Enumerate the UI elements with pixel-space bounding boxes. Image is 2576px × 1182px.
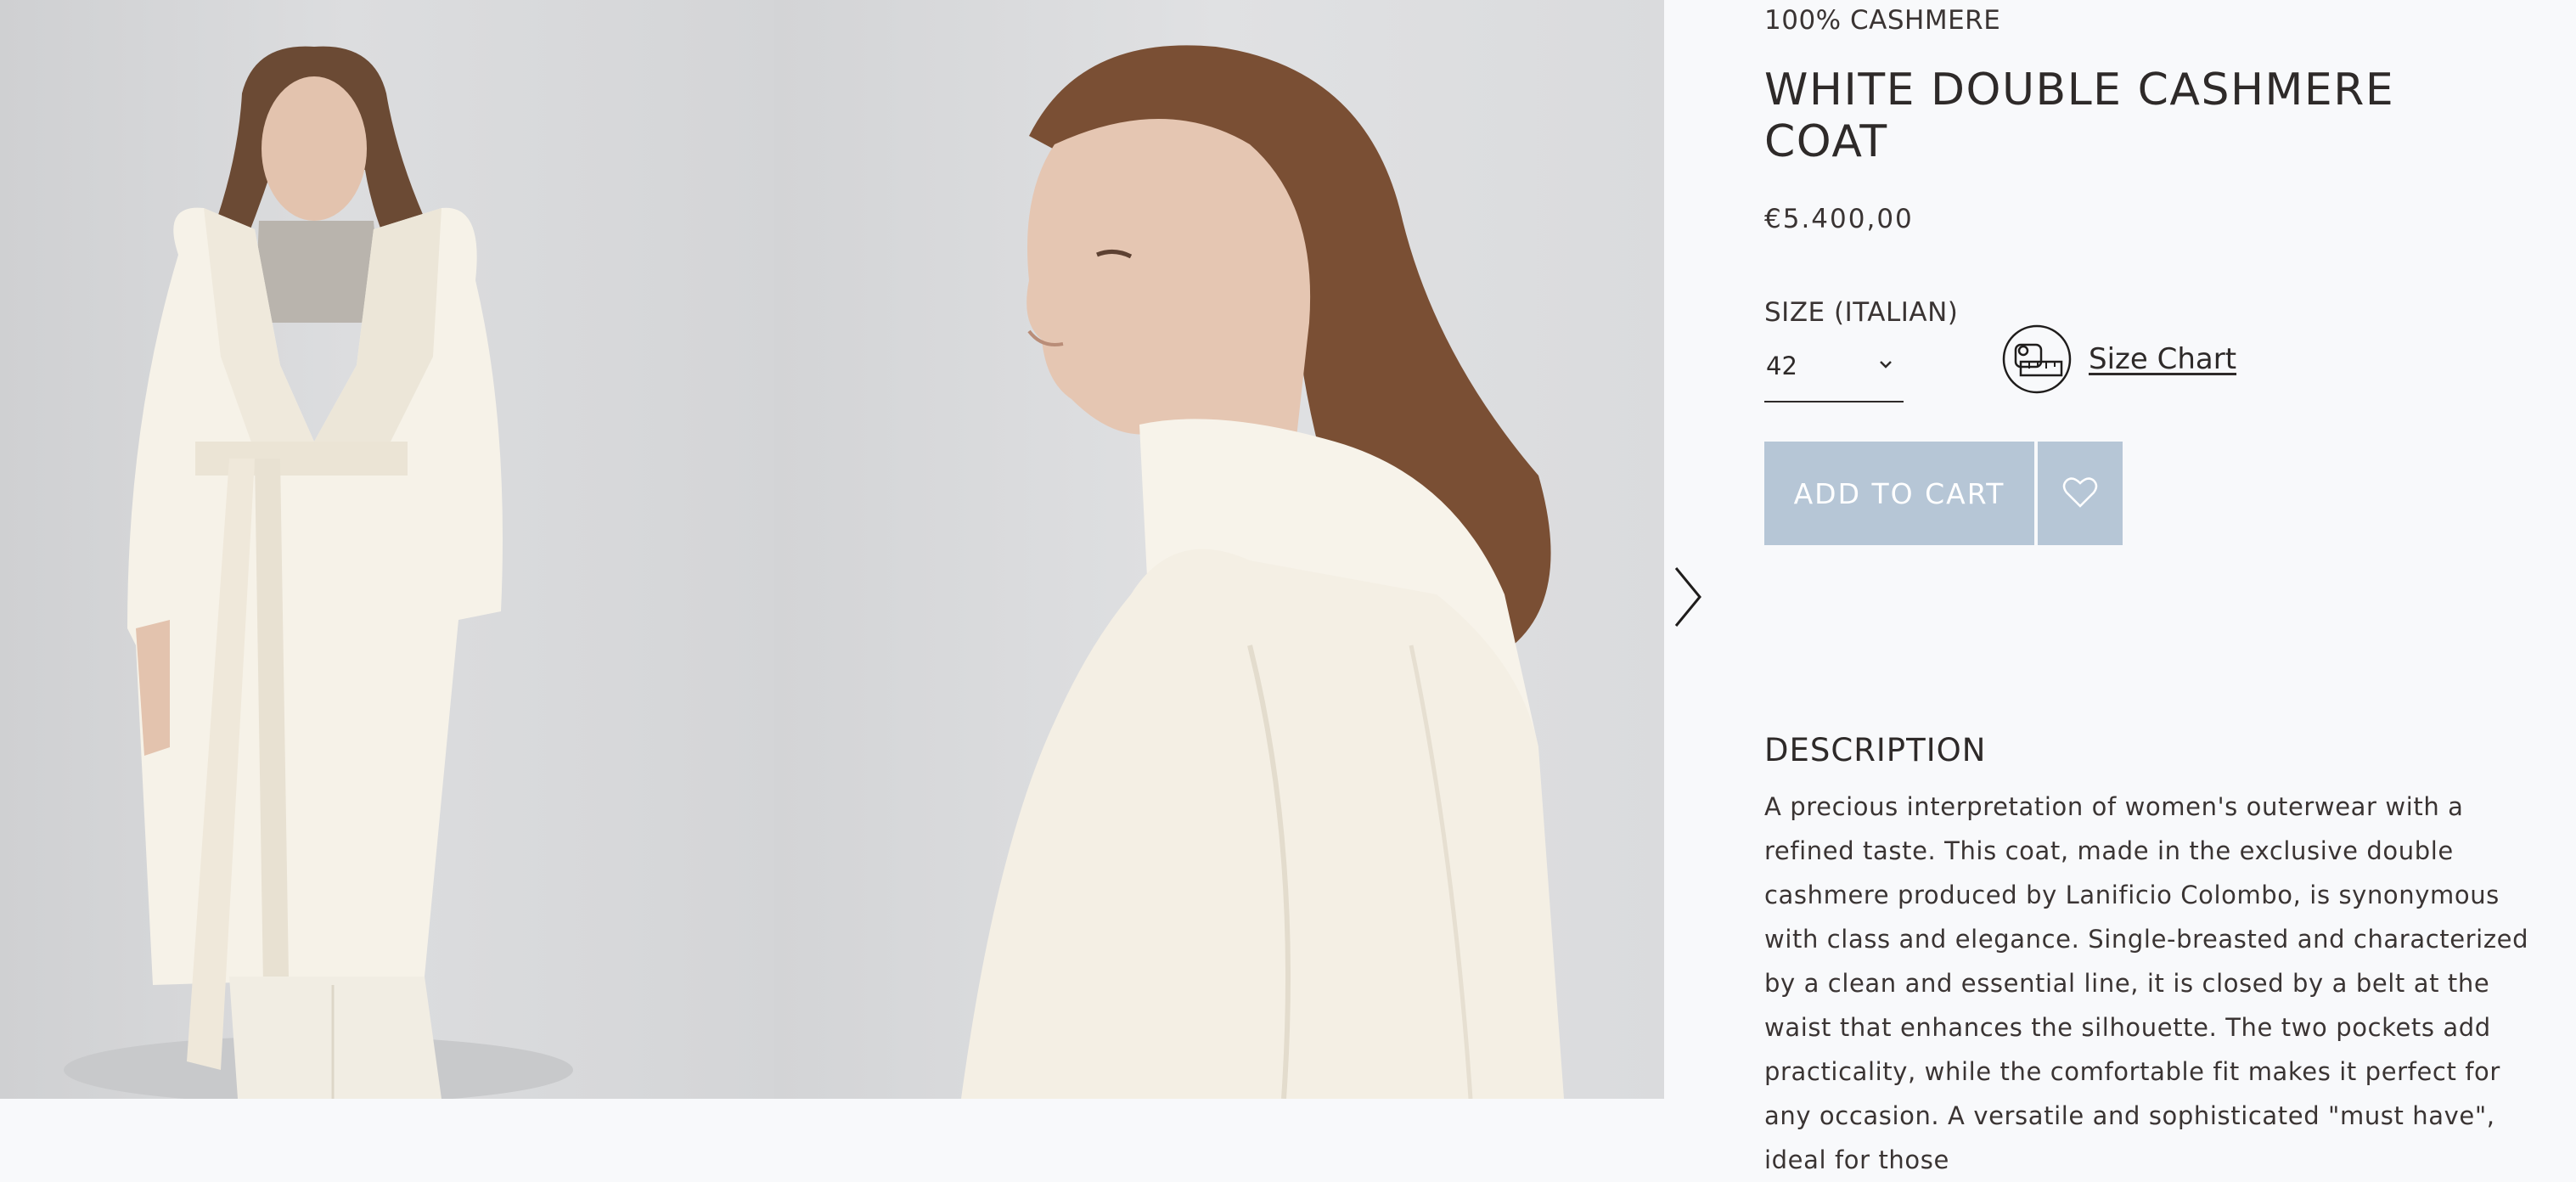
heart-icon	[2062, 476, 2098, 508]
chevron-right-icon	[1674, 567, 1701, 627]
add-to-cart-button[interactable]: ADD TO CART	[1764, 442, 2034, 545]
size-select[interactable]: 42	[1764, 346, 1904, 402]
size-select-value: 42	[1766, 352, 1797, 380]
measuring-tape-icon	[2002, 324, 2072, 394]
size-label: SIZE (ITALIAN)	[1764, 297, 1959, 328]
product-info-panel: 100% CASHMERE WHITE DOUBLE CASHMERE COAT…	[1764, 0, 2562, 1174]
product-title: WHITE DOUBLE CASHMERE COAT	[1764, 65, 2395, 167]
size-chart-label[interactable]: Size Chart	[2089, 342, 2236, 376]
gallery-next-arrow[interactable]	[1671, 565, 1705, 629]
wishlist-button[interactable]	[2038, 442, 2123, 545]
description-text: A precious interpretation of women's out…	[1764, 792, 2529, 1174]
product-image-full-length[interactable]	[0, 0, 774, 1099]
product-composition: 100% CASHMERE	[1764, 5, 2001, 36]
model-profile-illustration	[961, 45, 1564, 1099]
product-image-profile[interactable]	[774, 0, 1664, 1099]
product-gallery	[0, 0, 1664, 1099]
size-chart-link[interactable]: Size Chart	[2002, 324, 2236, 394]
model-full-length-illustration	[64, 46, 573, 1099]
description-heading: DESCRIPTION	[1764, 732, 1987, 768]
chevron-down-icon	[1880, 361, 1892, 369]
product-price: €5.400,00	[1764, 204, 1914, 234]
